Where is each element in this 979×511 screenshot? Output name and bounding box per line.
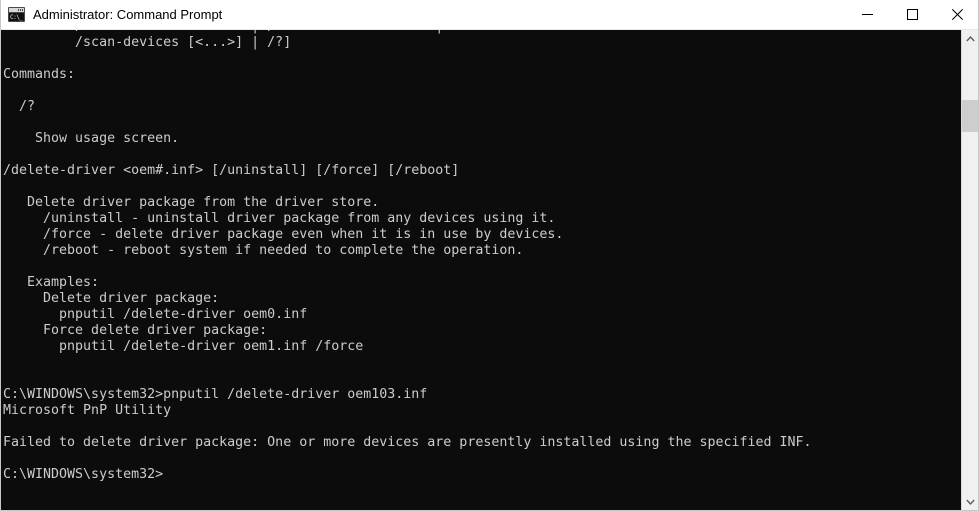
minimize-icon [862,14,873,15]
close-icon [952,9,963,20]
window-title: Administrator: Command Prompt [33,6,223,22]
minimize-button[interactable] [845,0,890,30]
scrollbar-thumb[interactable] [962,100,978,132]
window-controls [845,0,978,30]
chevron-down-icon [965,499,975,505]
icon-prompt-glyph: C:\_ [9,13,24,21]
chevron-up-icon [965,35,975,41]
maximize-icon [907,9,918,20]
scrollbar-track[interactable] [962,47,978,493]
command-prompt-window: C:\_ Administrator: Command Prompt /scan… [0,0,979,511]
title-bar[interactable]: C:\_ Administrator: Command Prompt [1,0,978,30]
vertical-scrollbar[interactable] [961,30,978,510]
scroll-up-arrow-icon[interactable] [962,30,978,47]
console-output-area[interactable]: /restart-device <...> | /remove-device <… [1,30,963,510]
command-prompt-icon: C:\_ [8,7,25,22]
scroll-down-arrow-icon[interactable] [962,493,978,510]
maximize-button[interactable] [890,0,935,30]
close-button[interactable] [935,0,978,30]
icon-dots [18,9,23,11]
console-text: /restart-device <...> | /remove-device <… [3,30,812,482]
